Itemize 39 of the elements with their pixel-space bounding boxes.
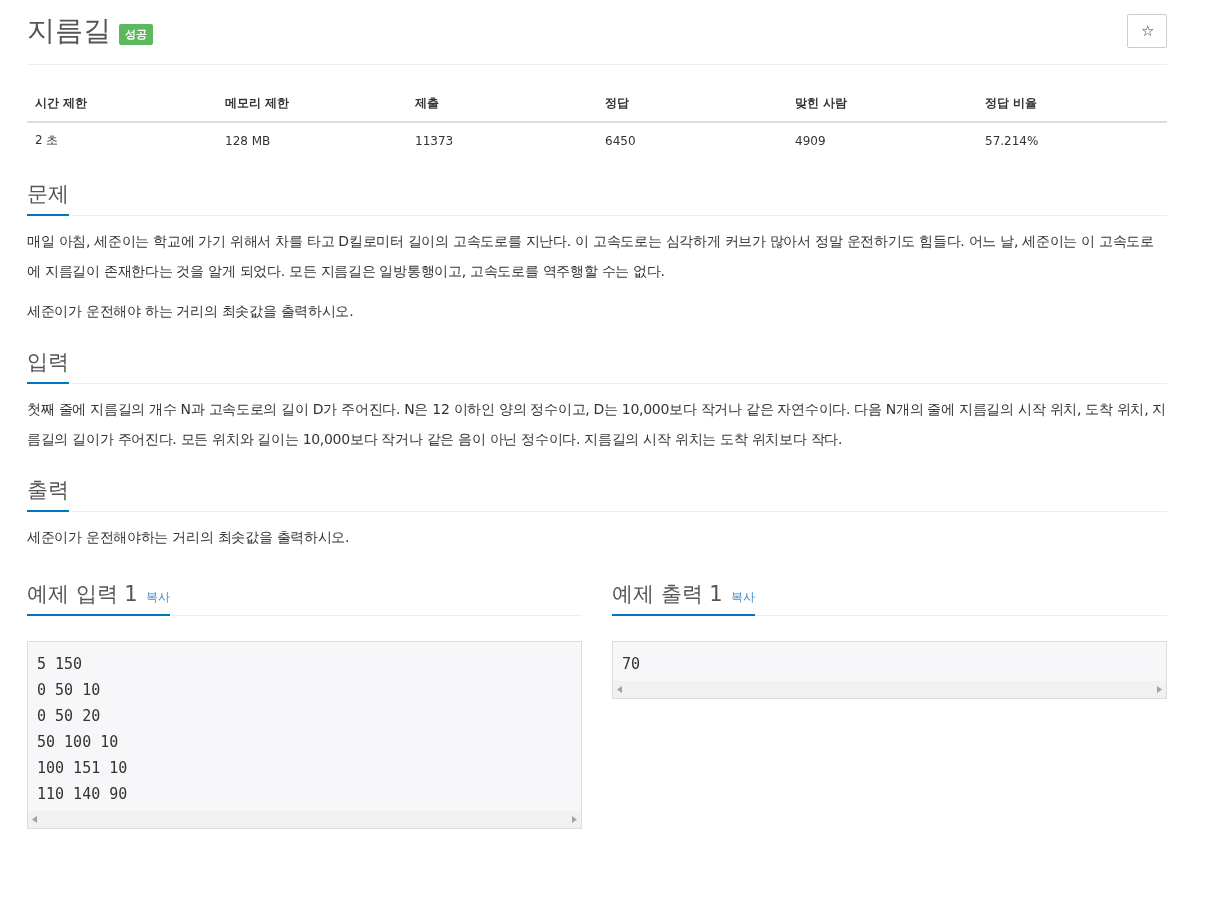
table-cell: 4909 — [787, 122, 977, 158]
code-line: 5 150 — [37, 654, 84, 675]
code-line: 100 151 10 — [37, 758, 129, 779]
copy-link[interactable]: 복사 — [145, 589, 170, 606]
scroll-right-icon[interactable] — [572, 816, 577, 823]
table-cell: 11373 — [407, 122, 597, 158]
scroll-right-icon[interactable] — [1157, 686, 1162, 693]
section-heading: 출력 — [27, 476, 69, 512]
column-header: 메모리 제한 — [217, 87, 407, 122]
sample-title: 예제 입력 1 — [27, 581, 138, 608]
paragraph: 세준이가 운전해야 하는 거리의 최솟값을 출력하시오. — [27, 302, 355, 321]
horizontal-scrollbar[interactable] — [613, 681, 1166, 698]
table-cell: 128 MB — [217, 122, 407, 158]
column-header: 정답 — [597, 87, 787, 122]
code-line: 0 50 10 — [37, 680, 102, 701]
code-line: 50 100 10 — [37, 732, 120, 753]
column-header: 정답 비율 — [977, 87, 1167, 122]
section-heading: 문제 — [27, 180, 69, 216]
table-cell: 2 초 — [27, 122, 217, 158]
code-line: 70 — [622, 654, 642, 675]
paragraph: 첫째 줄에 지름길의 개수 N과 고속도로의 길이 D가 주어진다. N은 12 이하인 양의 정수이고, D는 10,000보다 작거나 같은 자연수이다. 다음 N개의 줄에 지름길의 시작 위치, 도착 위치, 지름길의 길이가 주어진다. 모든 위치와 길이는 10,000보다 작거나 같은 음이 아닌 정수이다. 지름길의 시작 위치는 도착 위치보다 작다. — [27, 400, 1167, 449]
column-header: 제출 — [407, 87, 597, 122]
column-header: 맞힌 사람 — [787, 87, 977, 122]
scroll-left-icon[interactable] — [32, 816, 37, 823]
section-heading: 입력 — [27, 348, 69, 384]
horizontal-scrollbar[interactable] — [28, 811, 581, 828]
paragraph: 매일 아침, 세준이는 학교에 가기 위해서 차를 타고 D킬로미터 길이의 고속도로를 지난다. 이 고속도로는 심각하게 커브가 많아서 정말 운전하기도 힘들다. 어느 날, 세준이는 이 고속도로에 지름길이 존재한다는 것을 알게 되었다. 모든 지름길은 일방통행이고, 고속도로를 역주행할 수는 없다. — [27, 232, 1155, 281]
sample-title: 예제 출력 1 — [612, 581, 723, 608]
copy-link[interactable]: 복사 — [730, 589, 755, 606]
code-line: 0 50 20 — [37, 706, 102, 727]
code-line: 110 140 90 — [37, 784, 129, 805]
status-badge: 성공 — [119, 23, 153, 45]
column-header: 시간 제한 — [27, 87, 217, 122]
paragraph: 세준이가 운전해야하는 거리의 최솟값을 출력하시오. — [27, 528, 351, 547]
table-cell: 6450 — [597, 122, 787, 158]
star-button[interactable]: ☆ — [1127, 14, 1167, 48]
scroll-left-icon[interactable] — [617, 686, 622, 693]
table-cell: 57.214% — [977, 122, 1167, 158]
problem-title: 지름길 — [27, 13, 111, 49]
